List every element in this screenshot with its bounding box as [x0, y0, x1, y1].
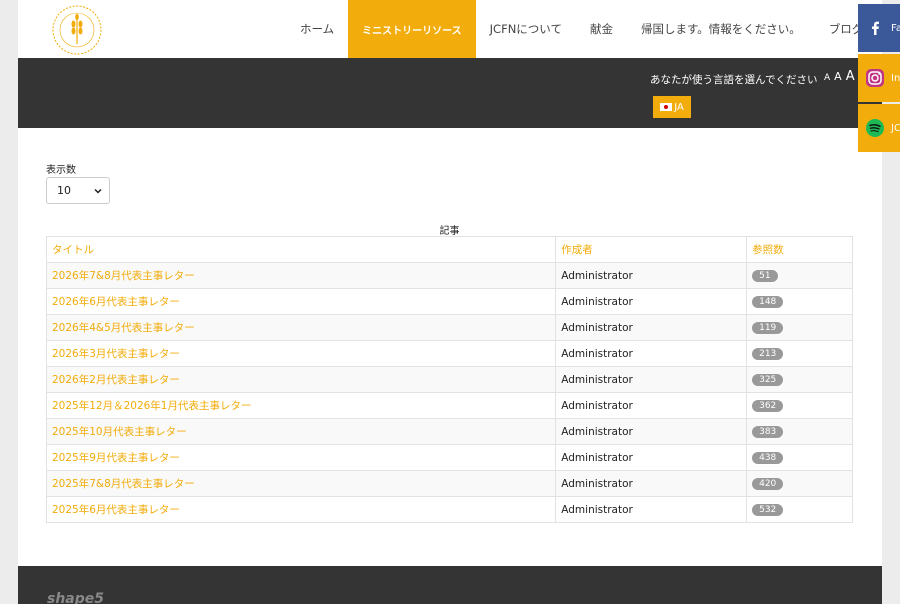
facebook-icon — [865, 18, 885, 38]
article-views-cell: 420 — [746, 470, 853, 497]
article-author: Administrator — [555, 366, 748, 393]
language-code: JA — [674, 101, 684, 113]
article-title-link[interactable]: 2026年2月代表主事レター — [45, 366, 557, 393]
font-size-medium-button[interactable]: A — [834, 70, 842, 83]
article-views-cell: 532 — [746, 496, 853, 523]
table-row: 2026年2月代表主事レター Administrator 325 — [45, 366, 853, 393]
article-author: Administrator — [555, 314, 748, 341]
view-count-badge: 325 — [752, 374, 784, 386]
article-title-link[interactable]: 2026年6月代表主事レター — [45, 288, 557, 315]
articles-table: タイトル 作成者 参照数 2026年7&8月代表主事レター Administrat… — [45, 236, 853, 523]
article-title-link[interactable]: 2025年7&8月代表主事レター — [45, 470, 557, 497]
article-author: Administrator — [555, 262, 748, 289]
article-author: Administrator — [555, 470, 748, 497]
nav-item[interactable]: 献金 — [576, 0, 627, 58]
article-title-link[interactable]: 2026年4&5月代表主事レター — [45, 314, 557, 341]
column-header-author[interactable]: 作成者 — [555, 236, 748, 263]
view-count-badge: 51 — [752, 270, 778, 282]
view-count-badge: 213 — [752, 348, 784, 360]
table-row: 2026年3月代表主事レター Administrator 213 — [45, 340, 853, 367]
font-size-controls: A A A — [824, 69, 855, 84]
jcfn-logo[interactable] — [48, 4, 106, 56]
table-row: 2025年7&8月代表主事レター Administrator 420 — [45, 470, 853, 497]
article-author: Administrator — [555, 444, 748, 471]
view-count-badge: 383 — [752, 426, 784, 438]
font-size-large-button[interactable]: A — [846, 69, 855, 84]
facebook-label: Fac — [891, 22, 900, 34]
main-nav: ホーム ミニストリーリソース JCFNについて 献金 帰国します。情報をください。 ブログ… — [286, 0, 900, 58]
nav-item[interactable]: 帰国します。情報をください。 — [627, 0, 815, 58]
table-row: 2025年10月代表主事レター Administrator 383 — [45, 418, 853, 445]
spotify-icon — [865, 118, 885, 138]
article-views-cell: 213 — [746, 340, 853, 367]
column-header-views[interactable]: 参照数 — [746, 236, 853, 263]
view-count-badge: 148 — [752, 296, 784, 308]
instagram-label: In — [891, 72, 900, 84]
japan-flag-icon — [660, 103, 673, 111]
page-frame: ホーム ミニストリーリソース JCFNについて 献金 帰国します。情報をください。 ブログ… — [18, 0, 900, 604]
article-author: Administrator — [555, 392, 748, 419]
table-row: 2025年6月代表主事レター Administrator 532 — [45, 496, 853, 523]
instagram-icon — [865, 68, 885, 88]
article-title-link[interactable]: 2026年3月代表主事レター — [45, 340, 557, 367]
article-title-link[interactable]: 2025年9月代表主事レター — [45, 444, 557, 471]
display-count-select[interactable]: 10 — [46, 177, 110, 204]
view-count-badge: 119 — [752, 322, 784, 334]
site-footer: shape5 — [18, 566, 882, 604]
display-count-value: 10 — [57, 184, 71, 197]
view-count-badge: 532 — [752, 504, 784, 516]
article-views-cell: 362 — [746, 392, 853, 419]
facebook-tab[interactable]: Fac — [858, 4, 900, 52]
article-author: Administrator — [555, 288, 748, 315]
table-row: 2026年4&5月代表主事レター Administrator 119 — [45, 314, 853, 341]
nav-item[interactable]: ホーム — [286, 0, 348, 58]
language-bar: あなたが使う言語を選んでください A A A JA — [18, 58, 882, 128]
language-select-button[interactable]: JA — [653, 96, 691, 118]
article-title-link[interactable]: 2025年6月代表主事レター — [45, 496, 557, 523]
article-title-link[interactable]: 2025年12月＆2026年1月代表主事レター — [45, 392, 557, 419]
chevron-down-icon — [94, 188, 102, 194]
language-prompt: あなたが使う言語を選んでください — [650, 74, 818, 86]
view-count-badge: 438 — [752, 452, 784, 464]
table-row: 2026年7&8月代表主事レター Administrator 51 — [45, 262, 853, 289]
view-count-badge: 420 — [752, 478, 784, 490]
article-author: Administrator — [555, 496, 748, 523]
table-row: 2026年6月代表主事レター Administrator 148 — [45, 288, 853, 315]
view-count-badge: 362 — [752, 400, 784, 412]
article-views-cell: 51 — [746, 262, 853, 289]
column-header-title[interactable]: タイトル — [45, 236, 557, 263]
article-author: Administrator — [555, 340, 748, 367]
article-title-link[interactable]: 2026年7&8月代表主事レター — [45, 262, 557, 289]
article-title-link[interactable]: 2025年10月代表主事レター — [45, 418, 557, 445]
table-caption: 記事 — [439, 226, 460, 237]
article-views-cell: 438 — [746, 444, 853, 471]
site-header: ホーム ミニストリーリソース JCFNについて 献金 帰国します。情報をください。 ブログ… — [18, 0, 900, 58]
nav-item[interactable]: ミニストリーリソース — [348, 0, 476, 58]
table-row: 2025年9月代表主事レター Administrator 438 — [45, 444, 853, 471]
display-count-label: 表示数 — [46, 165, 76, 176]
table-row: 2025年12月＆2026年1月代表主事レター Administrator 362 — [45, 392, 853, 419]
article-views-cell: 325 — [746, 366, 853, 393]
instagram-tab[interactable]: In — [858, 54, 900, 102]
font-size-small-button[interactable]: A — [824, 73, 830, 83]
spotify-label: JC — [891, 122, 900, 134]
article-views-cell: 148 — [746, 288, 853, 315]
table-header-row: タイトル 作成者 参照数 — [45, 236, 853, 263]
article-views-cell: 119 — [746, 314, 853, 341]
nav-item[interactable]: JCFNについて — [476, 0, 576, 58]
footer-logo: shape5 — [47, 591, 105, 604]
spotify-tab[interactable]: JC — [858, 104, 900, 152]
article-views-cell: 383 — [746, 418, 853, 445]
article-author: Administrator — [555, 418, 748, 445]
